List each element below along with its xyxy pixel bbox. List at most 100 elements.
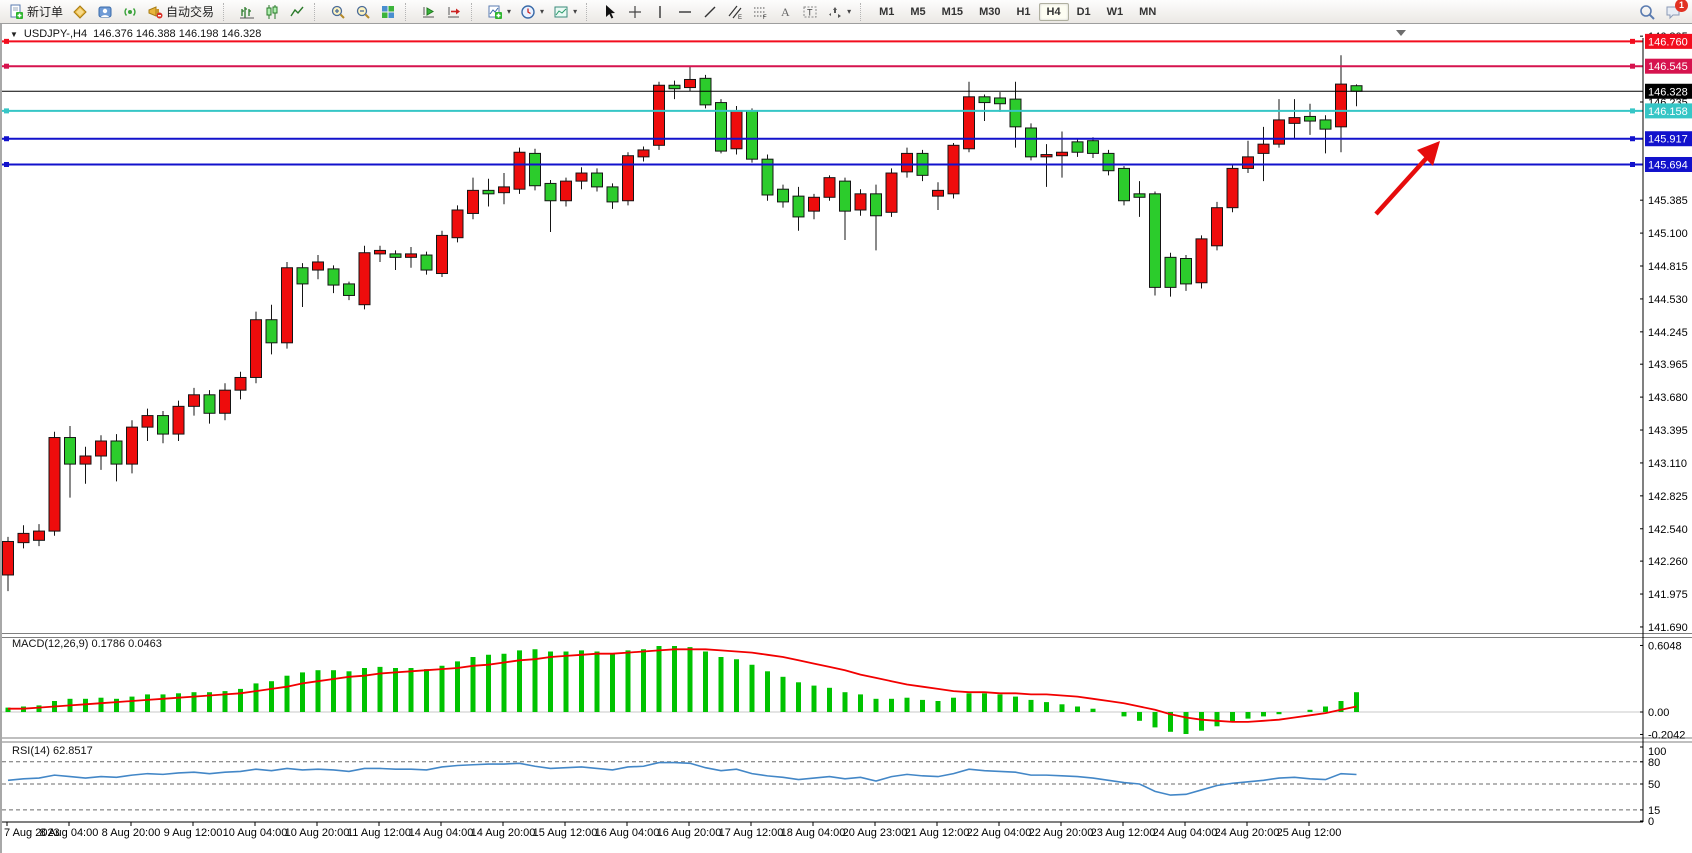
time-axis-label: 15 Aug 12:00 (533, 827, 598, 839)
toolbar-separator (586, 3, 592, 21)
price-axis-label: 141.690 (1648, 622, 1688, 634)
auto-trading-button[interactable]: 自动交易 (142, 2, 218, 21)
timeframe-m5[interactable]: M5 (902, 3, 933, 21)
crosshair-tool-button[interactable] (622, 2, 647, 21)
hline-handle[interactable] (4, 64, 9, 69)
hline-handle[interactable] (4, 162, 9, 167)
candle-body (1072, 142, 1083, 152)
auto-trading-label: 自动交易 (166, 3, 214, 20)
market-depth-button[interactable] (67, 2, 92, 21)
timeframe-h4[interactable]: H4 (1039, 3, 1069, 21)
chart-shift-marker[interactable] (1396, 30, 1406, 36)
time-axis-label: 10 Aug 04:00 (223, 827, 288, 839)
zoom-in-button[interactable] (325, 2, 350, 21)
arrow-annotation[interactable] (1376, 152, 1432, 214)
candle-body (127, 427, 138, 464)
text-label-tool-button[interactable]: T (797, 2, 822, 21)
panel-separator[interactable] (2, 738, 1692, 742)
rsi-indicator-label: RSI(14) 62.8517 (12, 745, 93, 757)
vertical-line-icon (651, 3, 668, 20)
candle-body (514, 152, 525, 189)
timeframe-w1[interactable]: W1 (1099, 3, 1132, 21)
hline-handle[interactable] (1630, 39, 1635, 44)
signal-icon (121, 3, 138, 20)
hline-handle[interactable] (4, 136, 9, 141)
search-icon[interactable] (1638, 3, 1655, 20)
price-axis-label: 142.825 (1648, 491, 1688, 503)
new-order-button[interactable]: 新订单 (3, 2, 67, 21)
indicators-button[interactable]: ▾ (482, 2, 515, 21)
price-axis-label: 144.530 (1648, 294, 1688, 306)
hline-handle[interactable] (1630, 108, 1635, 113)
periods-button[interactable]: ▾ (515, 2, 548, 21)
cursor-tool-button[interactable] (597, 2, 622, 21)
candle-body (855, 194, 866, 210)
templates-icon (552, 3, 569, 20)
candle-body (1305, 116, 1316, 121)
timeframe-m15[interactable]: M15 (934, 3, 971, 21)
zoom-out-button[interactable] (350, 2, 375, 21)
candle-body (1258, 144, 1269, 153)
new-order-icon (7, 3, 24, 20)
candle-body (142, 416, 153, 428)
candle-body (576, 173, 587, 181)
arrows-tool-button[interactable]: ▾ (822, 2, 855, 21)
line-chart-button[interactable] (284, 2, 309, 21)
candle-body (266, 320, 277, 343)
candle-body (778, 189, 789, 202)
hline-handle[interactable] (4, 39, 9, 44)
market-depth-icon (71, 3, 88, 20)
time-axis-label: 22 Aug 20:00 (1029, 827, 1094, 839)
candlestick-chart-button[interactable] (259, 2, 284, 21)
candle-body (669, 85, 680, 88)
text-tool-button[interactable]: A (772, 2, 797, 21)
time-axis-label: 16 Aug 04:00 (595, 827, 660, 839)
price-line-label: 146.760 (1648, 36, 1688, 48)
chart-symbol-title: USDJPY-,H4 (24, 28, 87, 40)
data-window-button[interactable] (92, 2, 117, 21)
fibonacci-tool-button[interactable]: F (747, 2, 772, 21)
trendline-tool-button[interactable] (697, 2, 722, 21)
timeframe-d1[interactable]: D1 (1069, 3, 1099, 21)
svg-text:E: E (738, 15, 742, 20)
chevron-down-icon: ▼ (10, 30, 18, 39)
hline-handle[interactable] (1630, 162, 1635, 167)
price-line-label: 146.158 (1648, 106, 1688, 118)
chart-canvas[interactable]: 146.805146.235145.385145.100144.815144.5… (2, 24, 1692, 840)
hline-handle[interactable] (4, 108, 9, 113)
candle-body (34, 531, 45, 540)
price-line-label: 145.917 (1648, 134, 1688, 146)
candle-body (840, 181, 851, 211)
candle-body (111, 441, 122, 464)
templates-button[interactable]: ▾ (548, 2, 581, 21)
timeframe-m30[interactable]: M30 (971, 3, 1008, 21)
tile-windows-icon (379, 3, 396, 20)
signals-button[interactable] (117, 2, 142, 21)
hline-handle[interactable] (1630, 64, 1635, 69)
equidistant-channel-tool-button[interactable]: E (722, 2, 747, 21)
timeframe-h1[interactable]: H1 (1008, 3, 1038, 21)
chart-title-bar[interactable]: ▼ USDJPY-,H4 146.376 146.388 146.198 146… (10, 27, 261, 41)
candle-body (1041, 155, 1052, 157)
price-axis-label: 141.975 (1648, 589, 1688, 601)
horizontal-line-tool-button[interactable] (672, 2, 697, 21)
candle-body (886, 173, 897, 212)
notifications-button[interactable]: 1 (1665, 3, 1682, 20)
time-axis-label: 25 Aug 12:00 (1277, 827, 1342, 839)
timeframe-group: M1M5M15M30H1H4D1W1MN (868, 0, 1167, 24)
candle-body (173, 406, 184, 434)
timeframe-m1[interactable]: M1 (871, 3, 902, 21)
price-axis-label: 143.110 (1648, 458, 1687, 470)
panel-separator[interactable] (2, 634, 1692, 638)
candle-body (948, 145, 959, 194)
svg-text:A: A (781, 5, 790, 19)
candle-body (499, 187, 510, 193)
auto-scroll-button[interactable] (416, 2, 441, 21)
chart-shift-button[interactable] (441, 2, 466, 21)
timeframe-mn[interactable]: MN (1131, 3, 1164, 21)
bar-chart-button[interactable] (234, 2, 259, 21)
auto-scroll-icon (420, 3, 437, 20)
vertical-line-tool-button[interactable] (647, 2, 672, 21)
hline-handle[interactable] (1630, 136, 1635, 141)
tile-windows-button[interactable] (375, 2, 400, 21)
